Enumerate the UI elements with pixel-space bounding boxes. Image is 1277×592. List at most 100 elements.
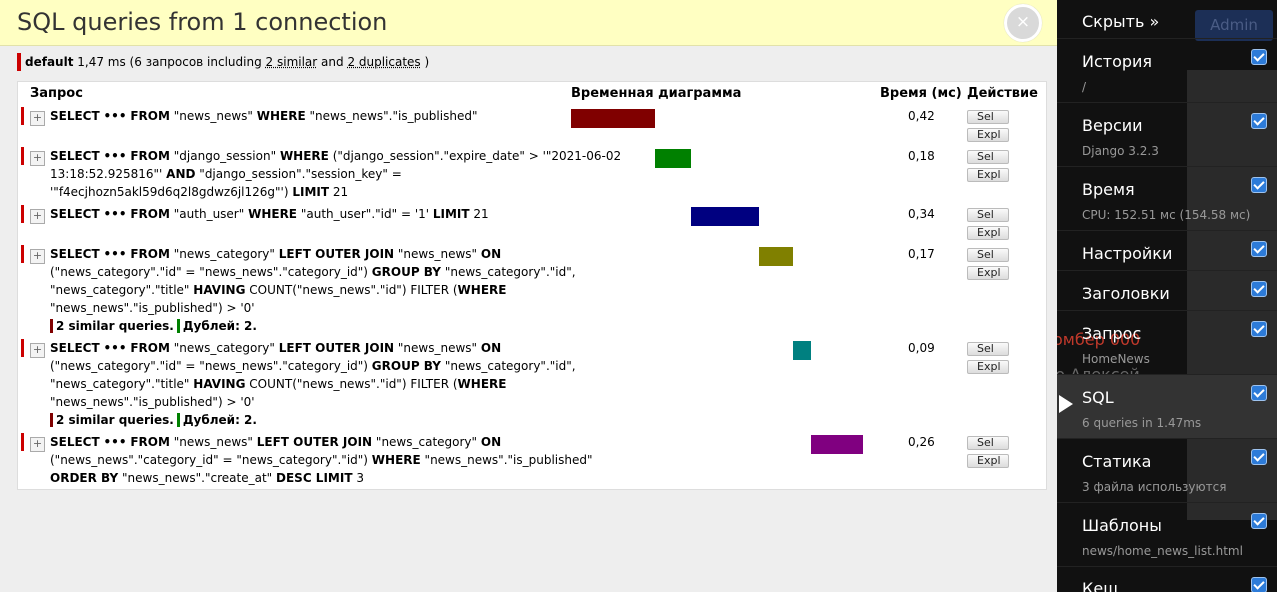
queries-table: Запрос Временная диаграмма Время (мс) Де…	[17, 81, 1047, 490]
query-row: + SELECT ••• FROM "django_session" WHERE…	[18, 147, 1046, 201]
sidebar-item-templates[interactable]: Шаблоны news/home_news_list.html	[1057, 502, 1277, 566]
sel-button[interactable]: Sel	[967, 342, 1009, 356]
expand-toggle[interactable]: +	[30, 209, 45, 224]
sidebar-item-settings[interactable]: Настройки	[1057, 230, 1277, 270]
sidebar-item-label: Версии	[1082, 116, 1143, 135]
panel-header: SQL queries from 1 connection ×	[0, 0, 1057, 46]
panel-enable-checkbox[interactable]	[1251, 177, 1267, 193]
summary-text: 1,47 ms (6 запросов including	[73, 55, 266, 69]
row-marker	[21, 107, 24, 125]
query-sql: SELECT ••• FROM "auth_user" WHERE "auth_…	[50, 207, 489, 221]
expand-toggle[interactable]: +	[30, 151, 45, 166]
sidebar-item-label: Настройки	[1082, 244, 1173, 263]
row-marker	[21, 147, 24, 165]
expand-toggle[interactable]: +	[30, 249, 45, 264]
expl-button[interactable]: Expl	[967, 226, 1009, 240]
sidebar-item-label: Кеш	[1082, 579, 1118, 592]
expl-button[interactable]: Expl	[967, 266, 1009, 280]
sidebar-item-label: История	[1082, 52, 1153, 71]
header-timeline: Временная диаграмма	[571, 86, 742, 101]
sidebar-item-subtitle: 3 файла используются	[1082, 480, 1227, 494]
row-marker	[21, 205, 24, 223]
active-panel-arrow-icon	[1059, 395, 1073, 413]
panel-enable-checkbox[interactable]	[1251, 113, 1267, 129]
sidebar-item-time[interactable]: Время CPU: 152.51 мс (154.58 мс)	[1057, 166, 1277, 230]
panel-enable-checkbox[interactable]	[1251, 577, 1267, 592]
hide-toolbar-link[interactable]: Скрыть »	[1082, 12, 1159, 31]
sidebar-item-subtitle: HomeNews	[1082, 352, 1150, 366]
connection-alias: default	[25, 55, 74, 69]
sidebar-item-sql[interactable]: SQL 6 queries in 1.47ms	[1057, 374, 1277, 438]
close-panel-button[interactable]: ×	[1004, 4, 1042, 42]
sidebar-item-subtitle: news/home_news_list.html	[1082, 544, 1243, 558]
panel-enable-checkbox[interactable]	[1251, 49, 1267, 65]
header-query: Запрос	[30, 86, 83, 101]
query-row: + SELECT ••• FROM "news_news" WHERE "new…	[18, 107, 1046, 143]
query-time: 0,09	[908, 341, 935, 355]
summary-and: and	[317, 55, 348, 69]
query-time: 0,18	[908, 149, 935, 163]
sidebar-item-static[interactable]: Статика 3 файла используются	[1057, 438, 1277, 502]
connection-summary: default 1,47 ms (6 запросов including 2 …	[17, 53, 429, 71]
sidebar-item-label: Запрос	[1082, 324, 1142, 343]
query-sql: SELECT ••• FROM "news_category" LEFT OUT…	[50, 247, 576, 335]
panel-enable-checkbox[interactable]	[1251, 281, 1267, 297]
row-marker	[21, 245, 24, 263]
query-time: 0,26	[908, 435, 935, 449]
expand-toggle[interactable]: +	[30, 437, 45, 452]
timeline-bar	[654, 149, 691, 168]
duplicates-link[interactable]: 2 duplicates	[347, 55, 420, 69]
sidebar-item-cache[interactable]: Кеш	[1057, 566, 1277, 592]
debug-toolbar-sidebar: омбер 000 ого Алексей Admin Скрыть » Ист…	[1057, 0, 1277, 592]
sidebar-item-label: Время	[1082, 180, 1135, 199]
row-marker	[21, 339, 24, 357]
query-time: 0,34	[908, 207, 935, 221]
query-row: + SELECT ••• FROM "auth_user" WHERE "aut…	[18, 205, 1046, 241]
timeline-bar	[691, 207, 759, 226]
query-row: + SELECT ••• FROM "news_category" LEFT O…	[18, 339, 1046, 429]
sel-button[interactable]: Sel	[967, 110, 1009, 124]
sidebar-item-label: Заголовки	[1082, 284, 1170, 303]
query-row: + SELECT ••• FROM "news_news" LEFT OUTER…	[18, 433, 1046, 487]
query-time: 0,17	[908, 247, 935, 261]
expand-toggle[interactable]: +	[30, 343, 45, 358]
panel-title: SQL queries from 1 connection	[17, 8, 388, 36]
sidebar-item-request[interactable]: Запрос HomeNews	[1057, 310, 1277, 374]
expl-button[interactable]: Expl	[967, 454, 1009, 468]
expl-button[interactable]: Expl	[967, 128, 1009, 142]
panel-enable-checkbox[interactable]	[1251, 385, 1267, 401]
expl-button[interactable]: Expl	[967, 360, 1009, 374]
similar-duplicate-info: 2 similar queries. Дублей: 2.	[50, 317, 560, 335]
timeline-bar	[810, 435, 863, 454]
header-action: Действие	[967, 86, 1038, 101]
panel-enable-checkbox[interactable]	[1251, 449, 1267, 465]
panel-enable-checkbox[interactable]	[1251, 513, 1267, 529]
similar-duplicate-info: 2 similar queries. Дублей: 2.	[50, 411, 560, 429]
similar-link[interactable]: 2 similar	[266, 55, 318, 69]
sidebar-item-versions[interactable]: Версии Django 3.2.3	[1057, 102, 1277, 166]
sidebar-item-headers[interactable]: Заголовки	[1057, 270, 1277, 310]
sel-button[interactable]: Sel	[967, 208, 1009, 222]
timeline-bar	[759, 247, 793, 266]
sel-button[interactable]: Sel	[967, 436, 1009, 450]
timeline-bar	[571, 109, 655, 128]
expand-toggle[interactable]: +	[30, 111, 45, 126]
header-time: Время (мс)	[880, 86, 962, 101]
sel-button[interactable]: Sel	[967, 150, 1009, 164]
query-sql: SELECT ••• FROM "news_news" LEFT OUTER J…	[50, 435, 593, 485]
query-row: + SELECT ••• FROM "news_category" LEFT O…	[18, 245, 1046, 335]
expl-button[interactable]: Expl	[967, 168, 1009, 182]
row-marker	[21, 433, 24, 451]
sidebar-item-history[interactable]: История /	[1057, 38, 1277, 102]
panel-enable-checkbox[interactable]	[1251, 321, 1267, 337]
sidebar-item-subtitle: Django 3.2.3	[1082, 144, 1159, 158]
query-sql: SELECT ••• FROM "news_news" WHERE "news_…	[50, 109, 478, 123]
query-sql: SELECT ••• FROM "news_category" LEFT OUT…	[50, 341, 576, 429]
query-sql: SELECT ••• FROM "django_session" WHERE (…	[50, 149, 622, 199]
panel-enable-checkbox[interactable]	[1251, 241, 1267, 257]
sidebar-item-label: SQL	[1082, 388, 1114, 407]
sidebar-item-subtitle: /	[1082, 80, 1087, 94]
sel-button[interactable]: Sel	[967, 248, 1009, 262]
query-time: 0,42	[908, 109, 935, 123]
admin-button[interactable]: Admin	[1195, 10, 1273, 41]
